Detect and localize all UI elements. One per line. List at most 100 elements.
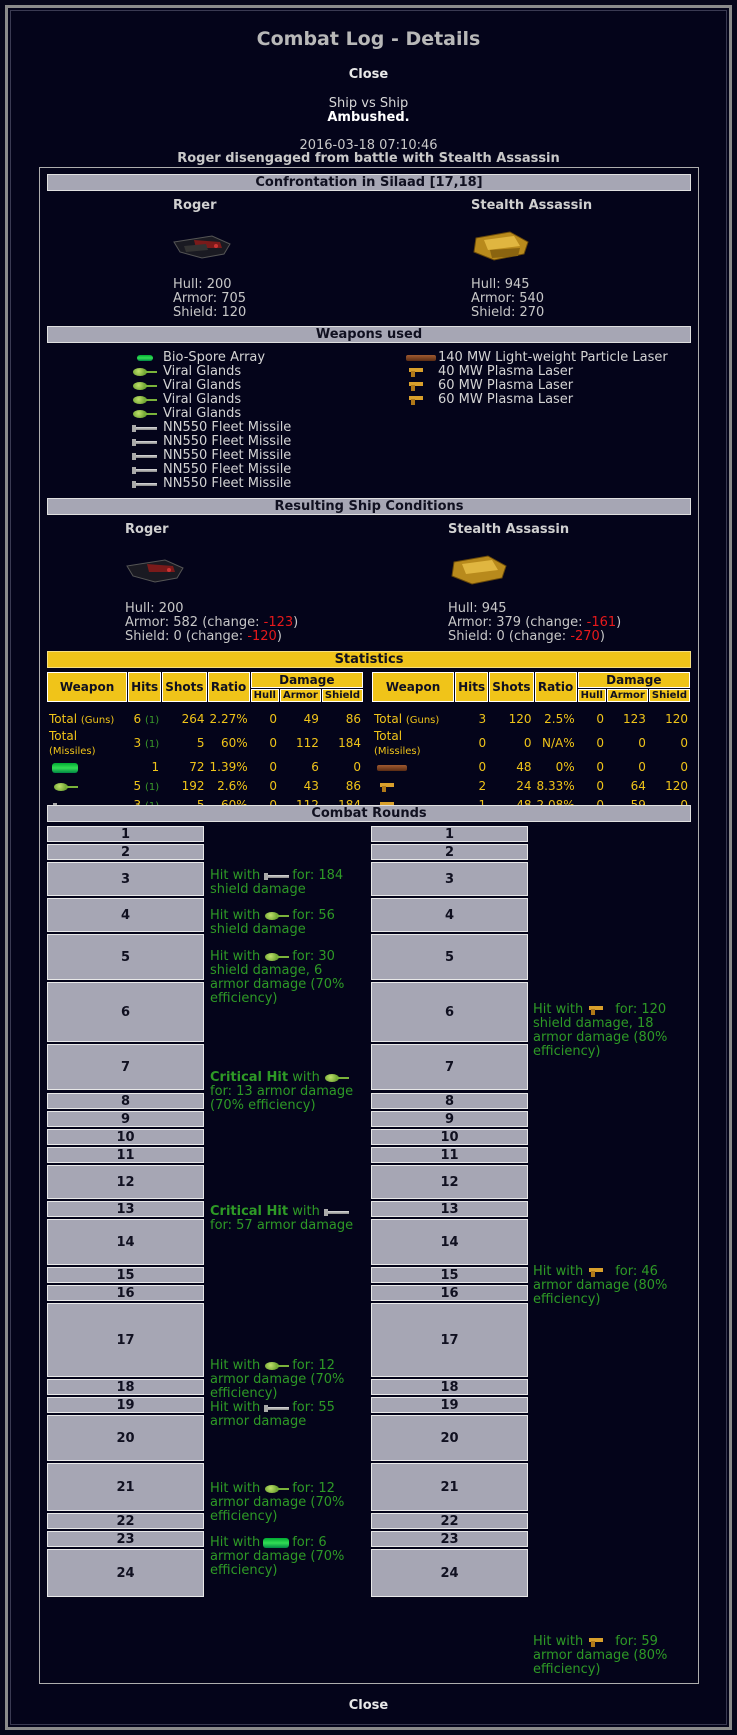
round-left-cell: 1 bbox=[47, 826, 204, 842]
right-hull: Hull: 945 bbox=[471, 277, 530, 292]
page-title: Combat Log - Details bbox=[256, 28, 481, 50]
gland-weapon-icon bbox=[323, 1073, 349, 1083]
weapon-name: Bio-Spore Array bbox=[163, 350, 266, 365]
weapon-row: 140 MW Light-weight Particle Laser bbox=[406, 351, 668, 365]
left-result-shield: Shield: 0 (change: -120) bbox=[125, 629, 282, 644]
weapon-name: 60 MW Plasma Laser bbox=[438, 378, 574, 393]
round-left-cell: 4 bbox=[47, 898, 204, 932]
round-left-cell: 6 bbox=[47, 982, 204, 1042]
missile-weapon-icon bbox=[131, 465, 157, 475]
round-message: Hit with for: 6 armor damage (70% efficie… bbox=[210, 1535, 345, 1578]
round-left-cell: 22 bbox=[47, 1513, 204, 1529]
round-left-cell: 16 bbox=[47, 1285, 204, 1301]
left-armor: Armor: 705 bbox=[173, 291, 247, 306]
right-result-ship-image bbox=[451, 555, 507, 585]
plasma-weapon-icon bbox=[586, 1005, 612, 1015]
weapon-row: NN550 Fleet Missile bbox=[131, 421, 291, 435]
right-result-hull: Hull: 945 bbox=[448, 601, 507, 616]
round-right-cell: 12 bbox=[371, 1165, 528, 1199]
right-ship-name: Stealth Assassin bbox=[471, 198, 593, 213]
plasma-weapon-icon bbox=[377, 782, 403, 792]
right-result-name: Stealth Assassin bbox=[448, 522, 570, 537]
round-right-cell: 15 bbox=[371, 1267, 528, 1283]
gland-weapon-icon bbox=[263, 1484, 290, 1494]
col-armor: Armor bbox=[279, 689, 321, 702]
round-right-cell: 7 bbox=[371, 1044, 528, 1090]
bio-weapon-icon bbox=[263, 1537, 290, 1548]
round-left-cell: 15 bbox=[47, 1267, 204, 1283]
close-button-top[interactable]: Close bbox=[0, 67, 737, 82]
stats-row: Total (Missiles) 0 0 N/A% 0 0 0 bbox=[374, 729, 688, 757]
left-ship-name: Roger bbox=[173, 198, 217, 213]
close-button-bottom[interactable]: Close bbox=[0, 1698, 737, 1713]
round-right-cell: 13 bbox=[371, 1201, 528, 1217]
right-result-armor: Armor: 379 (change: -161) bbox=[448, 615, 622, 630]
left-ship-image bbox=[173, 235, 231, 259]
round-message: Hit with for: 55 armor damage bbox=[210, 1400, 335, 1429]
battle-summary: Roger disengaged from battle with Stealt… bbox=[177, 151, 560, 166]
col-armor: Armor bbox=[606, 689, 648, 702]
round-right-cell: 11 bbox=[371, 1147, 528, 1163]
round-left-cell: 13 bbox=[47, 1201, 204, 1217]
right-ship-stats: Hull: 945 Armor: 540 Shield: 270 bbox=[471, 278, 544, 320]
weapon-name: 40 MW Plasma Laser bbox=[438, 364, 574, 379]
round-left-cell: 23 bbox=[47, 1531, 204, 1547]
col-ratio: Ratio bbox=[534, 672, 577, 702]
weapon-name: NN550 Fleet Missile bbox=[163, 434, 292, 449]
col-shield: Shield bbox=[321, 689, 363, 702]
bio-weapon-icon bbox=[137, 355, 153, 361]
round-left-cell: 10 bbox=[47, 1129, 204, 1145]
weapon-row: NN550 Fleet Missile bbox=[131, 435, 291, 449]
round-right-cell: 23 bbox=[371, 1531, 528, 1547]
left-result-name: Roger bbox=[125, 522, 169, 537]
round-left-cell: 8 bbox=[47, 1093, 204, 1109]
round-message: Hit with for: 184 shield damage bbox=[210, 868, 344, 897]
right-ship-image bbox=[473, 231, 529, 261]
weapon-row: NN550 Fleet Missile bbox=[131, 463, 291, 477]
right-stats-table: Weapon Hits Shots Ratio Damage Hull Armor Shiel… bbox=[371, 671, 691, 815]
combat-rounds-header: Combat Rounds bbox=[47, 805, 691, 822]
round-left-cell: 9 bbox=[47, 1111, 204, 1127]
weapon-row: Bio-Spore Array bbox=[131, 351, 291, 365]
missile-weapon-icon bbox=[131, 437, 157, 447]
round-left-cell: 24 bbox=[47, 1549, 204, 1597]
left-hull: Hull: 200 bbox=[173, 277, 232, 292]
round-right-cell: 19 bbox=[371, 1397, 528, 1413]
missile-weapon-icon bbox=[263, 1403, 290, 1413]
round-message: Hit with for: 120 shield damage, 18 armor… bbox=[533, 1002, 668, 1059]
round-right-cell: 16 bbox=[371, 1285, 528, 1301]
left-shield: Shield: 120 bbox=[173, 305, 247, 320]
weapon-row: Viral Glands bbox=[131, 393, 291, 407]
round-right-cell: 9 bbox=[371, 1111, 528, 1127]
round-right-cell: 24 bbox=[371, 1549, 528, 1597]
right-shield: Shield: 270 bbox=[471, 305, 545, 320]
round-right-cell: 3 bbox=[371, 862, 528, 896]
round-right-cell: 21 bbox=[371, 1463, 528, 1511]
plasma-weapon-icon bbox=[406, 395, 432, 405]
gland-weapon-icon bbox=[131, 395, 157, 405]
left-result-stats: Hull: 200 Armor: 582 (change: -123) Shie… bbox=[125, 602, 298, 644]
col-hits: Hits bbox=[455, 672, 489, 702]
col-hull: Hull bbox=[577, 689, 606, 702]
round-left-cell: 12 bbox=[47, 1165, 204, 1199]
missile-weapon-icon bbox=[131, 423, 157, 433]
right-result-stats: Hull: 945 Armor: 379 (change: -161) Shie… bbox=[448, 602, 621, 644]
stats-row: 1 72 1.39% 0 6 0 bbox=[47, 758, 363, 776]
left-result-ship-image bbox=[126, 559, 184, 583]
weapon-name: NN550 Fleet Missile bbox=[163, 462, 292, 477]
round-message: Critical Hit withfor: 57 armor damage bbox=[210, 1204, 354, 1233]
weapon-row: Viral Glands bbox=[131, 365, 291, 379]
round-left-cell: 19 bbox=[47, 1397, 204, 1413]
round-left-cell: 20 bbox=[47, 1415, 204, 1461]
round-left-cell: 5 bbox=[47, 934, 204, 980]
round-message: Hit with for: 12 armor damage (70% effici… bbox=[210, 1358, 345, 1401]
weapon-name: 140 MW Light-weight Particle Laser bbox=[438, 350, 668, 365]
missile-weapon-icon bbox=[131, 451, 157, 461]
statistics-header: Statistics bbox=[47, 651, 691, 668]
weapon-name: Viral Glands bbox=[163, 378, 242, 393]
stats-row: 0 48 0% 0 0 0 bbox=[372, 758, 690, 776]
col-damage: Damage bbox=[577, 672, 690, 688]
gland-weapon-icon bbox=[263, 1361, 290, 1371]
gland-weapon-icon bbox=[263, 911, 290, 921]
plasma-weapon-icon bbox=[586, 1637, 612, 1647]
